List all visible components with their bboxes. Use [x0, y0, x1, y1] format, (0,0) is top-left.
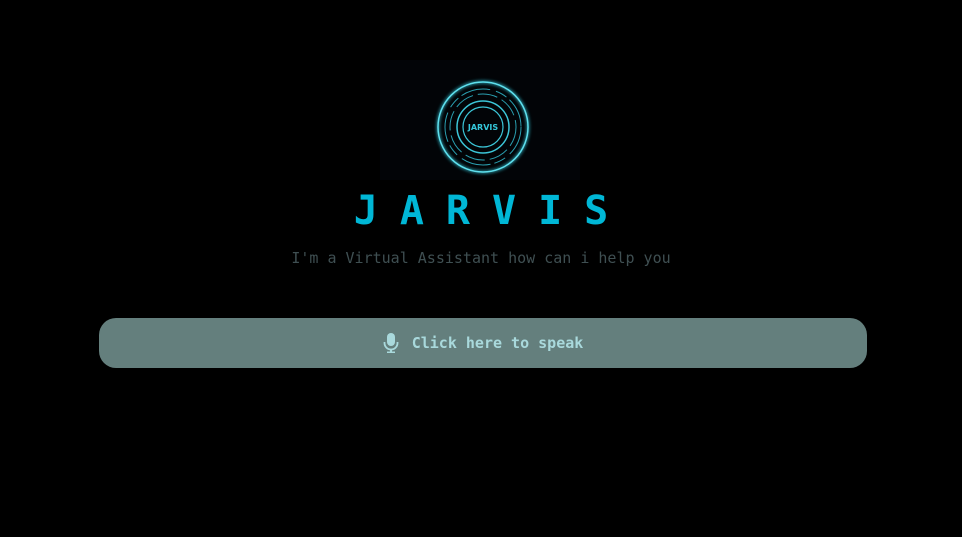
jarvis-logo: JARVIS	[436, 80, 530, 174]
speak-button[interactable]: Click here to speak	[99, 318, 867, 368]
page-title: JARVIS	[353, 188, 631, 234]
speak-button-label: Click here to speak	[411, 334, 584, 352]
page-subtitle: I'm a Virtual Assistant how can i help y…	[291, 249, 671, 267]
microphone-icon	[383, 333, 399, 353]
logo-text: JARVIS	[467, 123, 498, 132]
